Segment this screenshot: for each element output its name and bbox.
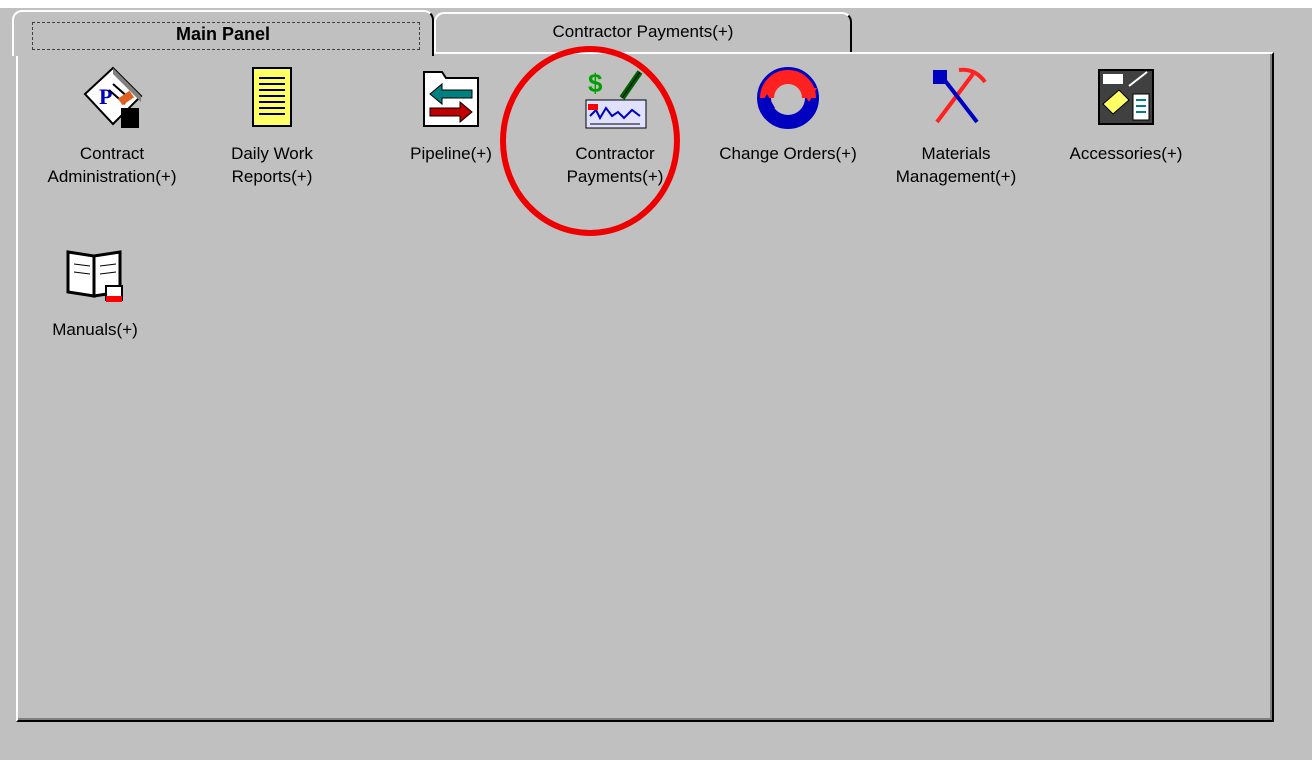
item-contract-administration[interactable]: P Contract Administration(+): [22, 64, 202, 188]
item-contract-administration-label: Contract Administration(+): [47, 144, 177, 186]
item-materials-management-label: Materials Management(+): [895, 144, 1017, 186]
item-manuals[interactable]: Manuals(+): [30, 240, 160, 341]
pipeline-folder-icon: [423, 71, 479, 127]
item-daily-work-reports-label: Daily Work Reports(+): [231, 144, 313, 186]
item-change-orders[interactable]: Change Orders(+): [700, 64, 876, 165]
cycle-arrows-icon: [757, 67, 819, 129]
contract-document-icon: P: [83, 66, 143, 128]
svg-text:P: P: [99, 84, 112, 109]
top-strip: [0, 0, 1312, 8]
shovel-pickaxe-icon: [933, 67, 987, 124]
item-pipeline[interactable]: Pipeline(+): [386, 64, 516, 165]
item-materials-management[interactable]: Materials Management(+): [876, 64, 1036, 188]
tab-main-panel[interactable]: Main Panel: [12, 10, 434, 56]
tab-main-panel-label: Main Panel: [175, 24, 271, 44]
tab-contractor-payments[interactable]: Contractor Payments(+): [434, 12, 852, 54]
accessories-icon: [1098, 69, 1154, 125]
item-contractor-payments-label: Contractor Payments(+): [566, 144, 664, 186]
item-manuals-label: Manuals(+): [52, 320, 138, 339]
item-pipeline-label: Pipeline(+): [410, 144, 492, 163]
item-change-orders-label: Change Orders(+): [719, 144, 857, 163]
notepad-icon: [252, 67, 292, 127]
svg-text:$: $: [588, 68, 603, 98]
item-accessories[interactable]: Accessories(+): [1046, 64, 1206, 165]
item-accessories-label: Accessories(+): [1069, 144, 1183, 163]
dollar-check-icon: $: [585, 68, 647, 129]
tab-contractor-payments-label: Contractor Payments(+): [552, 22, 734, 41]
item-contractor-payments[interactable]: $ Contractor Payments(+): [540, 64, 690, 188]
item-daily-work-reports[interactable]: Daily Work Reports(+): [196, 64, 348, 188]
open-book-icon: [66, 250, 123, 302]
